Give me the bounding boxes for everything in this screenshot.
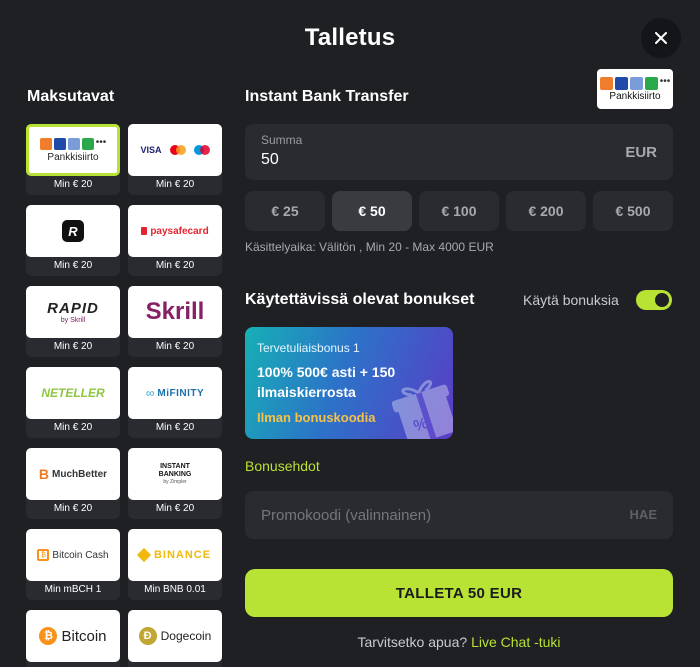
modal-title: Talletus xyxy=(304,24,396,51)
revolut-icon: R xyxy=(62,220,84,242)
method-min: Min € 20 xyxy=(53,179,93,190)
method-pankkisiirto[interactable]: ••• Pankkisiirto Min € 20 xyxy=(26,124,120,195)
method-logo-text: paysafecard xyxy=(150,225,209,237)
method-muchbetter[interactable]: B MuchBetter Min € 20 xyxy=(26,448,120,519)
method-instant-banking[interactable]: INSTANT BANKING by Zimpler Min € 20 xyxy=(128,448,222,519)
quick-amount-25[interactable]: € 25 xyxy=(245,191,325,231)
amount-field[interactable]: Summa 50 EUR xyxy=(245,124,673,180)
method-bitcoin-cash[interactable]: ₿ Bitcoin Cash Min mBCH 1 xyxy=(26,529,120,600)
quick-amount-200[interactable]: € 200 xyxy=(506,191,586,231)
promo-code-field[interactable]: HAE xyxy=(245,491,673,539)
method-rapid[interactable]: RAPID by Skrill Min € 20 xyxy=(26,286,120,357)
bonus-terms-link[interactable]: Bonusehdot xyxy=(245,458,320,474)
method-paysafecard[interactable]: paysafecard Min € 20 xyxy=(128,205,222,276)
amount-label: Summa xyxy=(261,133,303,147)
method-min: Min BNB 0.01 xyxy=(144,584,206,595)
deposit-button[interactable]: TALLETA 50 EUR xyxy=(245,569,673,617)
method-logo-text: INSTANT BANKING xyxy=(158,463,192,478)
bonus-subtitle: Tervetuliaisbonus 1 xyxy=(257,341,360,355)
method-min: Min € 20 xyxy=(53,341,93,352)
mifinity-icon: ∞ xyxy=(145,386,155,400)
help-question: Tarvitsetko apua? xyxy=(357,634,468,650)
maestro-icon xyxy=(193,145,210,155)
paysafecard-icon xyxy=(141,227,148,235)
bonus-code-note: Ilman bonuskoodia xyxy=(257,410,376,425)
method-min: Min € 20 xyxy=(155,503,195,514)
binance-icon xyxy=(136,547,152,563)
muchbetter-icon: B xyxy=(38,466,50,482)
promo-code-input[interactable] xyxy=(245,491,605,539)
bonus-toggle[interactable] xyxy=(636,290,672,310)
method-min: Min € 20 xyxy=(155,422,195,433)
method-min: Min € 20 xyxy=(155,179,195,190)
method-logo-text: MiFINITY xyxy=(157,387,205,399)
binance-logo: BINANCE xyxy=(153,549,212,561)
processing-info: Käsittelyaika: Välitön , Min 20 - Max 40… xyxy=(245,240,494,254)
method-logo-text: Bitcoin Cash xyxy=(52,549,109,561)
method-mifinity[interactable]: ∞ MiFINITY Min € 20 xyxy=(128,367,222,438)
method-revolut[interactable]: R Min € 20 xyxy=(26,205,120,276)
provider-logo: ••• Pankkisiirto xyxy=(597,69,673,109)
method-neteller[interactable]: NETELLER Min € 20 xyxy=(26,367,120,438)
bonuses-title: Käytettävissä olevat bonukset xyxy=(245,291,475,308)
promo-apply-button[interactable]: HAE xyxy=(630,507,657,522)
method-binance[interactable]: BINANCE Min BNB 0.01 xyxy=(128,529,222,600)
method-min: Min € 20 xyxy=(53,422,93,433)
method-logo-text: RAPID xyxy=(47,300,99,317)
quick-amount-500[interactable]: € 500 xyxy=(593,191,673,231)
method-logo-text: Pankkisiirto xyxy=(47,151,99,163)
skrill-logo: Skrill xyxy=(145,298,205,325)
neteller-logo: NETELLER xyxy=(41,386,105,400)
visa-logo: VISA xyxy=(140,145,162,155)
quick-amount-100[interactable]: € 100 xyxy=(419,191,499,231)
method-logo-text: MuchBetter xyxy=(52,468,108,480)
payment-methods-title: Maksutavat xyxy=(27,88,115,105)
method-min: Min € 20 xyxy=(155,341,195,352)
close-button[interactable] xyxy=(641,18,681,58)
bank-logo-icon xyxy=(599,76,613,90)
help-line: Tarvitsetko apua? Live Chat -tuki xyxy=(0,634,700,650)
bank-logo-icon xyxy=(39,137,52,150)
mastercard-icon xyxy=(169,145,186,155)
toggle-knob xyxy=(655,293,669,307)
method-min: Min € 20 xyxy=(155,260,195,271)
method-min: Min mBCH 1 xyxy=(44,584,102,595)
gift-icon: % xyxy=(391,379,453,439)
provider-title: Instant Bank Transfer xyxy=(245,88,409,105)
method-skrill[interactable]: Skrill Min € 20 xyxy=(128,286,222,357)
amount-currency: EUR xyxy=(625,144,657,161)
bonus-card[interactable]: Tervetuliaisbonus 1 100% 500€ asti + 150… xyxy=(245,327,453,439)
method-min: Min € 20 xyxy=(53,503,93,514)
live-chat-link[interactable]: Live Chat -tuki xyxy=(471,634,560,650)
bitcoin-cash-icon: ₿ xyxy=(37,549,50,561)
method-cards[interactable]: VISA Min € 20 xyxy=(128,124,222,195)
close-icon xyxy=(655,32,667,44)
quick-amount-50[interactable]: € 50 xyxy=(332,191,412,231)
method-min: Min € 20 xyxy=(53,260,93,271)
bonus-toggle-label: Käytä bonuksia xyxy=(523,292,619,308)
amount-value[interactable]: 50 xyxy=(261,151,279,169)
